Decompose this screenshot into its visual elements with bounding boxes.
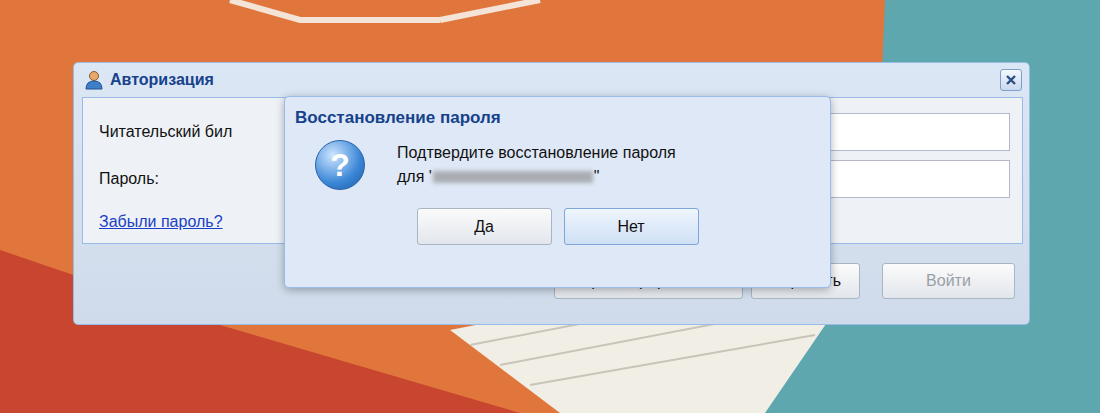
dialog-button[interactable]: Да — [417, 208, 552, 245]
dialog-body: ? Подтвердите восстановление паролядля '" — [285, 134, 830, 190]
dialog-buttons: Да Нет — [285, 208, 830, 245]
forgot-password-link[interactable]: Забыли пароль? — [99, 213, 223, 231]
field-label: Пароль: — [99, 170, 304, 188]
user-icon — [84, 70, 104, 90]
blurred-username — [433, 171, 593, 183]
screen: Авторизация Читательский бил Пароль: Забыли… — [0, 0, 1100, 413]
close-button[interactable] — [1000, 69, 1022, 91]
window-title: Авторизация — [110, 71, 994, 89]
form-button: Войти — [882, 263, 1015, 299]
dialog-title: Восстановление пароля — [285, 97, 830, 134]
dialog-button[interactable]: Нет — [564, 208, 699, 245]
field-label: Читательский бил — [99, 123, 304, 141]
question-icon: ? — [315, 140, 365, 190]
close-icon — [1005, 74, 1017, 86]
dialog-message: Подтвердите восстановление паролядля '" — [397, 141, 676, 189]
confirm-dialog: Восстановление пароля? Подтвердите восста… — [284, 96, 831, 288]
title-bar: Авторизация — [74, 63, 1029, 97]
